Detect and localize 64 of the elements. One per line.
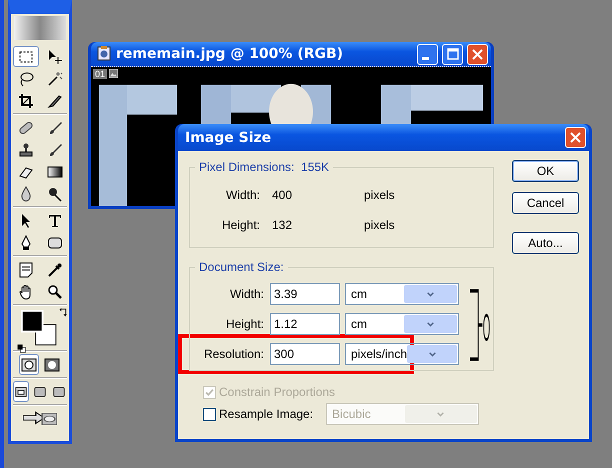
default-colors-icon[interactable] (17, 344, 26, 353)
layer-badge: 01 (93, 69, 108, 79)
caret-icon (428, 350, 437, 358)
checkbox-label: Constrain Proportions (219, 385, 336, 399)
screen-mode-icon (53, 386, 65, 398)
color-swatches-drawing[interactable] (21, 310, 57, 346)
maximize-button[interactable] (442, 44, 463, 64)
dialog-button[interactable]: Cancel (512, 192, 579, 214)
field-value: 132 (272, 218, 294, 232)
window-title: rememain.jpg @ 100% (RGB) (116, 46, 344, 62)
unit-dropdown[interactable]: cm (345, 313, 459, 335)
knife-icon (46, 92, 62, 108)
field-value: 400 (272, 188, 294, 202)
unit-label: pixels (364, 218, 396, 232)
unit-label: pixels (364, 188, 396, 202)
magic-wand-icon (46, 70, 62, 86)
dodge-icon (46, 186, 62, 202)
stamp-icon (18, 142, 34, 158)
checkbox-label: Resample Image: (219, 407, 314, 421)
close-button[interactable] (565, 127, 586, 148)
image-icon (108, 69, 119, 78)
marquee-icon (18, 48, 34, 64)
minimize-icon (422, 56, 429, 60)
mask-mode-button[interactable] (18, 354, 38, 375)
document-icon (96, 44, 112, 60)
caret-icon (426, 290, 435, 298)
close-button[interactable] (467, 44, 488, 64)
crop-icon (18, 92, 34, 108)
gradient-icon (46, 164, 62, 180)
screen-mode-icon (34, 386, 46, 398)
swap-icon[interactable] (59, 308, 68, 317)
close-icon (472, 48, 483, 60)
unit-dropdown[interactable]: cm (345, 283, 459, 305)
minimize-button[interactable] (417, 44, 438, 64)
maximize-icon (446, 48, 458, 60)
logo-banner (14, 16, 66, 40)
number-field[interactable]: 3.39 (270, 283, 340, 305)
move-icon (46, 48, 62, 64)
field-label: Height: (224, 317, 264, 331)
screen-mode-icon (15, 386, 27, 398)
field-label: Resolution: (202, 347, 264, 361)
caret-icon (426, 320, 435, 328)
unit-dropdown[interactable]: pixels/inch (345, 343, 459, 365)
caret-icon (436, 410, 446, 418)
hand-icon (18, 284, 34, 300)
group-label: Document Size: (198, 260, 285, 274)
field-label: Width: (224, 188, 260, 202)
eyedropper-icon (46, 262, 62, 278)
number-field[interactable]: 1.12 (270, 313, 340, 335)
type-icon (46, 212, 62, 228)
screen-mode-button[interactable] (13, 381, 29, 402)
dialog-button[interactable]: Auto... (512, 232, 579, 254)
dialog-title: Image Size (185, 130, 272, 146)
field-label: Height: (220, 218, 260, 232)
marquee-tool[interactable] (12, 46, 38, 67)
number-field[interactable]: 300 (270, 343, 340, 365)
close-icon (570, 132, 581, 143)
note-icon (18, 262, 34, 278)
zoom-icon (46, 284, 62, 300)
rounded-rectangle-icon (46, 234, 62, 250)
group-label: Pixel Dimensions: 155K (198, 160, 330, 174)
lasso-icon (18, 70, 34, 86)
dialog-button[interactable]: OK (512, 160, 579, 182)
field-label: Width: (228, 287, 264, 301)
